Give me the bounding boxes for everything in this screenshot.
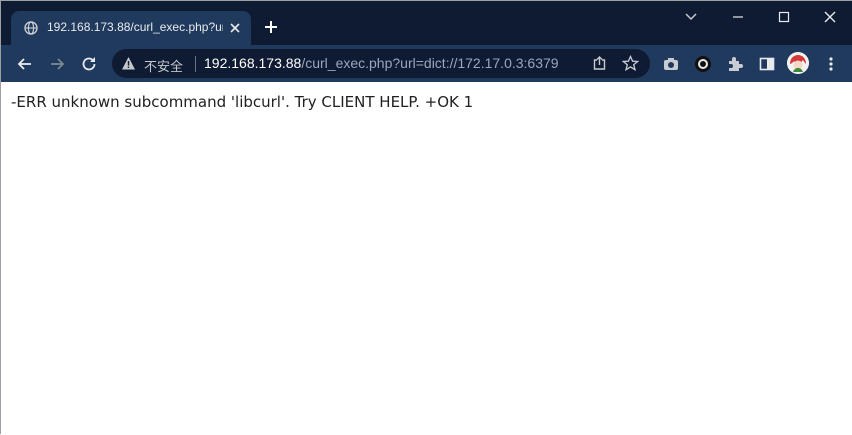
minimize-icon[interactable]: [728, 8, 748, 26]
security-status-label[interactable]: 不安全: [144, 56, 183, 75]
page-content: -ERR unknown subcommand 'libcurl'. Try C…: [1, 82, 852, 435]
close-icon[interactable]: [227, 20, 243, 36]
url-text[interactable]: 192.168.173.88/curl_exec.php?url=dict://…: [204, 55, 559, 71]
plus-icon[interactable]: [263, 19, 279, 35]
url-host: 192.168.173.88: [204, 55, 302, 71]
camera-icon[interactable]: [661, 54, 681, 74]
response-text: -ERR unknown subcommand 'libcurl'. Try C…: [11, 93, 474, 111]
star-icon[interactable]: [622, 55, 639, 72]
warning-icon[interactable]: [121, 56, 136, 71]
extensions-icon[interactable]: [725, 54, 745, 74]
avatar[interactable]: [787, 52, 809, 74]
side-panel-icon[interactable]: [757, 54, 777, 74]
back-arrow-icon[interactable]: [15, 54, 35, 74]
kebab-menu-icon[interactable]: [821, 54, 841, 74]
address-bar[interactable]: 不安全 192.168.173.88/curl_exec.php?url=dic…: [112, 49, 650, 78]
url-path: /curl_exec.php?url=dict://172.17.0.3:637…: [301, 55, 559, 71]
toolbar: 不安全 192.168.173.88/curl_exec.php?url=dic…: [1, 45, 852, 82]
reload-icon[interactable]: [79, 54, 99, 74]
share-icon[interactable]: [591, 55, 608, 72]
chevron-down-icon[interactable]: [681, 8, 701, 26]
record-icon[interactable]: [693, 54, 713, 74]
forward-arrow-icon[interactable]: [47, 54, 67, 74]
divider: [195, 56, 196, 72]
window-close-icon[interactable]: [820, 8, 840, 26]
browser-window: 192.168.173.88/curl_exec.php?url=dict://…: [0, 0, 852, 435]
maximize-icon[interactable]: [774, 8, 794, 26]
tab-strip: 192.168.173.88/curl_exec.php?url=dict://…: [1, 1, 852, 45]
tab-title: 192.168.173.88/curl_exec.php?url=dict://…: [47, 20, 223, 34]
globe-icon: [24, 21, 38, 35]
tab-active[interactable]: 192.168.173.88/curl_exec.php?url=dict://…: [11, 11, 251, 45]
